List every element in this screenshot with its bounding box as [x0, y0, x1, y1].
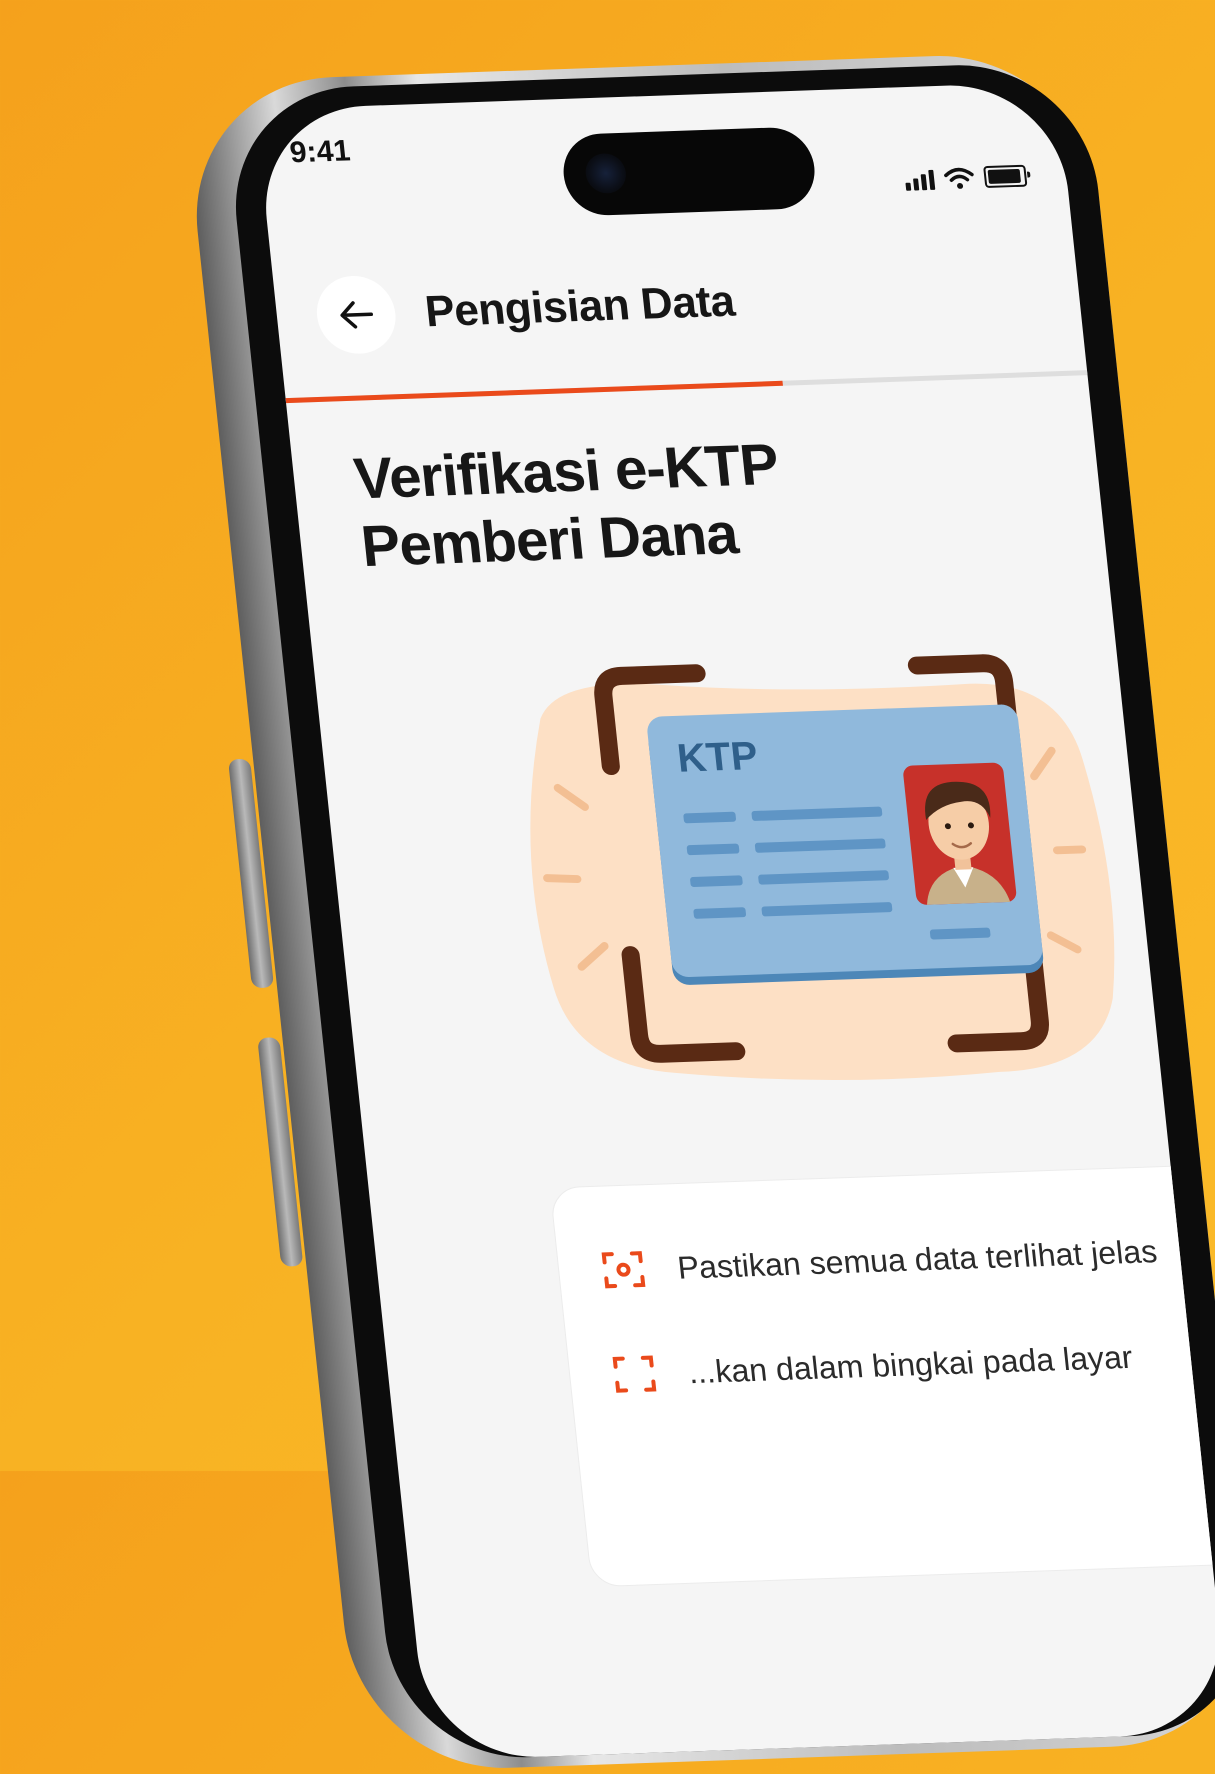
- tip-text: Pastikan semua data terlihat jelas: [675, 1232, 1159, 1286]
- signal-icon: [904, 169, 936, 191]
- wifi-icon: [944, 167, 974, 189]
- ktp-card-label: KTP: [675, 734, 760, 781]
- scan-frame-icon: [612, 1355, 657, 1393]
- ktp-scan-illustration: KTP: [530, 654, 1115, 1080]
- portrait-photo: [903, 762, 1017, 905]
- battery-icon: [983, 164, 1028, 189]
- page-title-line2: Pemberi Dana: [358, 501, 741, 580]
- status-time: 9:41: [288, 134, 352, 170]
- scan-focus-icon: [601, 1251, 646, 1289]
- front-camera: [583, 152, 628, 194]
- tip-item: Pastikan semua data terlihat jelas: [597, 1227, 1160, 1294]
- progress-bar-fill: [285, 380, 783, 404]
- status-icons: [904, 164, 1028, 191]
- back-button[interactable]: [313, 274, 400, 355]
- app-header: Pengisian Data: [313, 263, 738, 355]
- tip-item: ...kan dalam bingkai pada layar: [608, 1333, 1135, 1399]
- dynamic-island: [559, 126, 819, 217]
- progress-bar: [285, 370, 1088, 404]
- phone-mockup: 9:41 Pengisian Data Verifikasi e-KTP Pem…: [0, 0, 1215, 1774]
- phone-device: 9:41 Pengisian Data Verifikasi e-KTP Pem…: [181, 31, 1215, 1774]
- header-title: Pengisian Data: [422, 276, 737, 337]
- tip-text: ...kan dalam bingkai pada layar: [686, 1338, 1135, 1390]
- arrow-left-icon: [340, 301, 374, 329]
- tips-card: Pastikan semua data terlihat jelas ...ka…: [549, 1162, 1215, 1588]
- page-title: Verifikasi e-KTP Pemberi Dana: [351, 431, 789, 582]
- ktp-card: KTP: [647, 704, 1044, 985]
